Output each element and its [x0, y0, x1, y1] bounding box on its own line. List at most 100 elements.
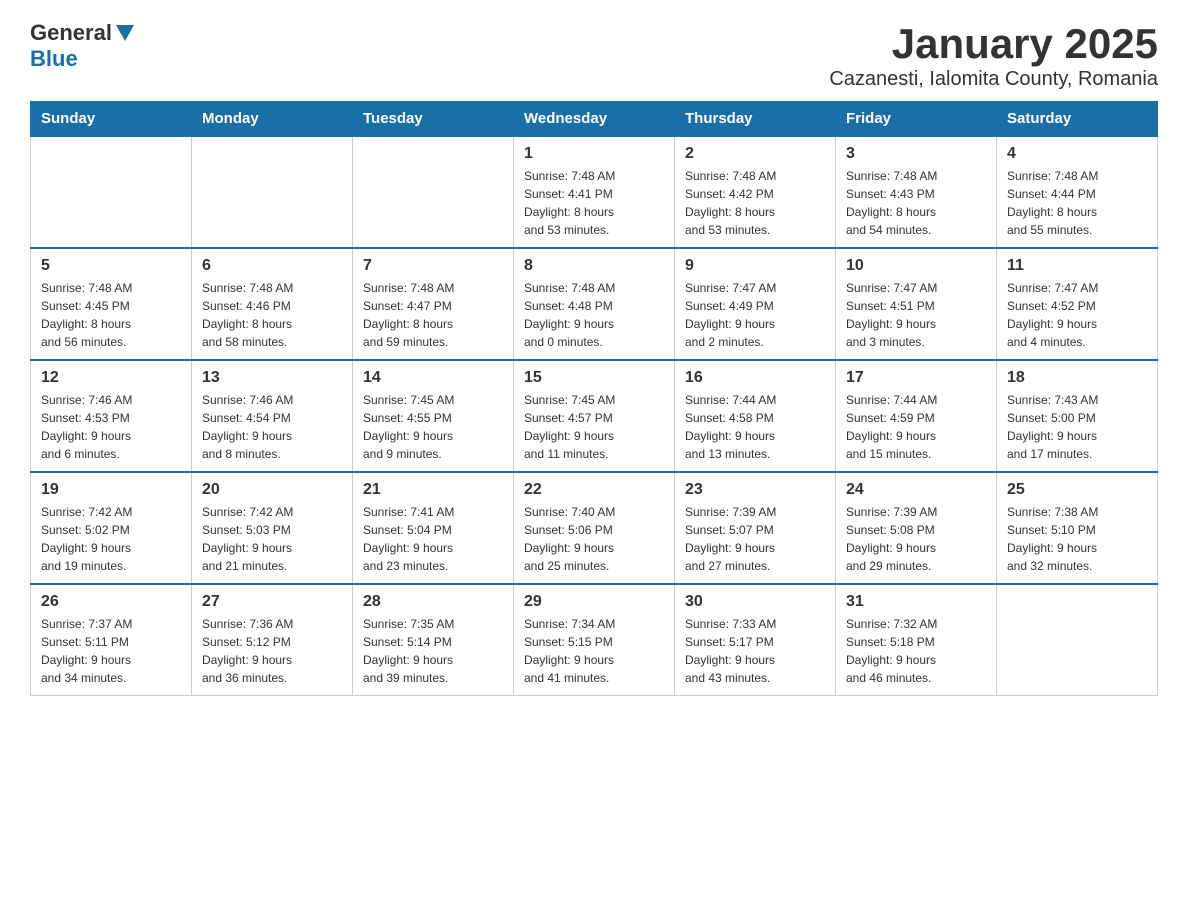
logo-text-blue: Blue [30, 46, 78, 71]
day-number: 19 [41, 481, 181, 499]
calendar-day-cell [192, 136, 353, 248]
day-info: Sunrise: 7:47 AMSunset: 4:52 PMDaylight:… [1007, 279, 1147, 351]
day-number: 4 [1007, 145, 1147, 163]
calendar-day-cell: 13 Sunrise: 7:46 AMSunset: 4:54 PMDayligh… [192, 360, 353, 472]
day-info: Sunrise: 7:39 AMSunset: 5:07 PMDaylight:… [685, 503, 825, 575]
day-info: Sunrise: 7:35 AMSunset: 5:14 PMDaylight:… [363, 615, 503, 687]
day-number: 26 [41, 593, 181, 611]
calendar-day-header: Monday [192, 102, 353, 137]
day-info: Sunrise: 7:44 AMSunset: 4:58 PMDaylight:… [685, 391, 825, 463]
day-number: 13 [202, 369, 342, 387]
day-number: 30 [685, 593, 825, 611]
calendar-week-row: 26 Sunrise: 7:37 AMSunset: 5:11 PMDayligh… [31, 584, 1158, 696]
calendar-week-row: 12Sunrise: 7:46 AMSunset: 4:53 PMDayligh… [31, 360, 1158, 472]
page-subtitle: Cazanesti, Ialomita County, Romania [829, 68, 1158, 91]
calendar-day-cell: 22 Sunrise: 7:40 AMSunset: 5:06 PMDayligh… [514, 472, 675, 584]
calendar-day-cell: 4 Sunrise: 7:48 AMSunset: 4:44 PMDaylight… [997, 136, 1158, 248]
day-number: 7 [363, 257, 503, 275]
calendar-day-cell: 31 Sunrise: 7:32 AMSunset: 5:18 PMDayligh… [836, 584, 997, 696]
day-number: 22 [524, 481, 664, 499]
calendar-week-row: 1 Sunrise: 7:48 AMSunset: 4:41 PMDaylight… [31, 136, 1158, 248]
calendar-day-cell: 5 Sunrise: 7:48 AMSunset: 4:45 PMDaylight… [31, 248, 192, 360]
day-info: Sunrise: 7:48 AMSunset: 4:46 PMDaylight:… [202, 279, 342, 351]
calendar-day-cell: 29Sunrise: 7:34 AMSunset: 5:15 PMDayligh… [514, 584, 675, 696]
day-number: 10 [846, 257, 986, 275]
day-number: 14 [363, 369, 503, 387]
calendar-header-row: SundayMondayTuesdayWednesdayThursdayFrid… [31, 102, 1158, 137]
day-info: Sunrise: 7:36 AMSunset: 5:12 PMDaylight:… [202, 615, 342, 687]
day-number: 18 [1007, 369, 1147, 387]
day-info: Sunrise: 7:48 AMSunset: 4:43 PMDaylight:… [846, 167, 986, 239]
calendar-day-header: Friday [836, 102, 997, 137]
calendar-day-cell: 12Sunrise: 7:46 AMSunset: 4:53 PMDayligh… [31, 360, 192, 472]
day-number: 6 [202, 257, 342, 275]
calendar-day-cell [997, 584, 1158, 696]
calendar-day-cell: 16 Sunrise: 7:44 AMSunset: 4:58 PMDayligh… [675, 360, 836, 472]
calendar-day-cell: 17Sunrise: 7:44 AMSunset: 4:59 PMDayligh… [836, 360, 997, 472]
day-info: Sunrise: 7:47 AMSunset: 4:49 PMDaylight:… [685, 279, 825, 351]
day-info: Sunrise: 7:48 AMSunset: 4:47 PMDaylight:… [363, 279, 503, 351]
calendar-day-cell: 1 Sunrise: 7:48 AMSunset: 4:41 PMDaylight… [514, 136, 675, 248]
calendar-day-cell: 6 Sunrise: 7:48 AMSunset: 4:46 PMDaylight… [192, 248, 353, 360]
day-number: 24 [846, 481, 986, 499]
day-info: Sunrise: 7:39 AMSunset: 5:08 PMDaylight:… [846, 503, 986, 575]
calendar-day-cell: 10Sunrise: 7:47 AMSunset: 4:51 PMDayligh… [836, 248, 997, 360]
calendar-day-cell: 26 Sunrise: 7:37 AMSunset: 5:11 PMDayligh… [31, 584, 192, 696]
day-number: 8 [524, 257, 664, 275]
day-info: Sunrise: 7:48 AMSunset: 4:41 PMDaylight:… [524, 167, 664, 239]
day-info: Sunrise: 7:42 AMSunset: 5:02 PMDaylight:… [41, 503, 181, 575]
calendar-day-cell: 21 Sunrise: 7:41 AMSunset: 5:04 PMDayligh… [353, 472, 514, 584]
calendar-week-row: 19 Sunrise: 7:42 AMSunset: 5:02 PMDayligh… [31, 472, 1158, 584]
day-number: 9 [685, 257, 825, 275]
day-info: Sunrise: 7:45 AMSunset: 4:57 PMDaylight:… [524, 391, 664, 463]
page-header: General Blue January 2025 Cazanesti, Ial… [30, 20, 1158, 91]
calendar-day-cell [353, 136, 514, 248]
day-number: 11 [1007, 257, 1147, 275]
logo-text-general: General [30, 20, 112, 46]
day-info: Sunrise: 7:46 AMSunset: 4:53 PMDaylight:… [41, 391, 181, 463]
calendar-day-header: Saturday [997, 102, 1158, 137]
day-info: Sunrise: 7:37 AMSunset: 5:11 PMDaylight:… [41, 615, 181, 687]
day-info: Sunrise: 7:32 AMSunset: 5:18 PMDaylight:… [846, 615, 986, 687]
day-info: Sunrise: 7:41 AMSunset: 5:04 PMDaylight:… [363, 503, 503, 575]
calendar-day-header: Sunday [31, 102, 192, 137]
day-info: Sunrise: 7:48 AMSunset: 4:44 PMDaylight:… [1007, 167, 1147, 239]
day-number: 31 [846, 593, 986, 611]
day-info: Sunrise: 7:38 AMSunset: 5:10 PMDaylight:… [1007, 503, 1147, 575]
calendar-week-row: 5 Sunrise: 7:48 AMSunset: 4:45 PMDaylight… [31, 248, 1158, 360]
day-info: Sunrise: 7:48 AMSunset: 4:45 PMDaylight:… [41, 279, 181, 351]
calendar-day-cell: 19 Sunrise: 7:42 AMSunset: 5:02 PMDayligh… [31, 472, 192, 584]
calendar-day-header: Thursday [675, 102, 836, 137]
title-block: January 2025 Cazanesti, Ialomita County,… [829, 20, 1158, 91]
day-number: 21 [363, 481, 503, 499]
calendar-day-cell: 3 Sunrise: 7:48 AMSunset: 4:43 PMDaylight… [836, 136, 997, 248]
day-number: 5 [41, 257, 181, 275]
day-number: 28 [363, 593, 503, 611]
calendar-day-header: Wednesday [514, 102, 675, 137]
calendar-day-cell: 23 Sunrise: 7:39 AMSunset: 5:07 PMDayligh… [675, 472, 836, 584]
calendar-day-cell: 8Sunrise: 7:48 AMSunset: 4:48 PMDaylight… [514, 248, 675, 360]
day-number: 23 [685, 481, 825, 499]
calendar-day-cell: 7 Sunrise: 7:48 AMSunset: 4:47 PMDaylight… [353, 248, 514, 360]
calendar-day-cell: 18 Sunrise: 7:43 AMSunset: 5:00 PMDayligh… [997, 360, 1158, 472]
day-info: Sunrise: 7:43 AMSunset: 5:00 PMDaylight:… [1007, 391, 1147, 463]
day-number: 20 [202, 481, 342, 499]
calendar-day-header: Tuesday [353, 102, 514, 137]
calendar-day-cell: 20Sunrise: 7:42 AMSunset: 5:03 PMDayligh… [192, 472, 353, 584]
day-number: 1 [524, 145, 664, 163]
day-info: Sunrise: 7:46 AMSunset: 4:54 PMDaylight:… [202, 391, 342, 463]
calendar-day-cell: 9 Sunrise: 7:47 AMSunset: 4:49 PMDaylight… [675, 248, 836, 360]
day-number: 3 [846, 145, 986, 163]
day-number: 25 [1007, 481, 1147, 499]
calendar-day-cell: 2Sunrise: 7:48 AMSunset: 4:42 PMDaylight… [675, 136, 836, 248]
day-info: Sunrise: 7:40 AMSunset: 5:06 PMDaylight:… [524, 503, 664, 575]
day-number: 16 [685, 369, 825, 387]
calendar-day-cell: 24 Sunrise: 7:39 AMSunset: 5:08 PMDayligh… [836, 472, 997, 584]
day-number: 15 [524, 369, 664, 387]
day-number: 29 [524, 593, 664, 611]
logo: General Blue [30, 20, 134, 72]
day-info: Sunrise: 7:33 AMSunset: 5:17 PMDaylight:… [685, 615, 825, 687]
calendar-table: SundayMondayTuesdayWednesdayThursdayFrid… [30, 101, 1158, 696]
calendar-day-cell: 11 Sunrise: 7:47 AMSunset: 4:52 PMDayligh… [997, 248, 1158, 360]
calendar-day-cell: 25 Sunrise: 7:38 AMSunset: 5:10 PMDayligh… [997, 472, 1158, 584]
